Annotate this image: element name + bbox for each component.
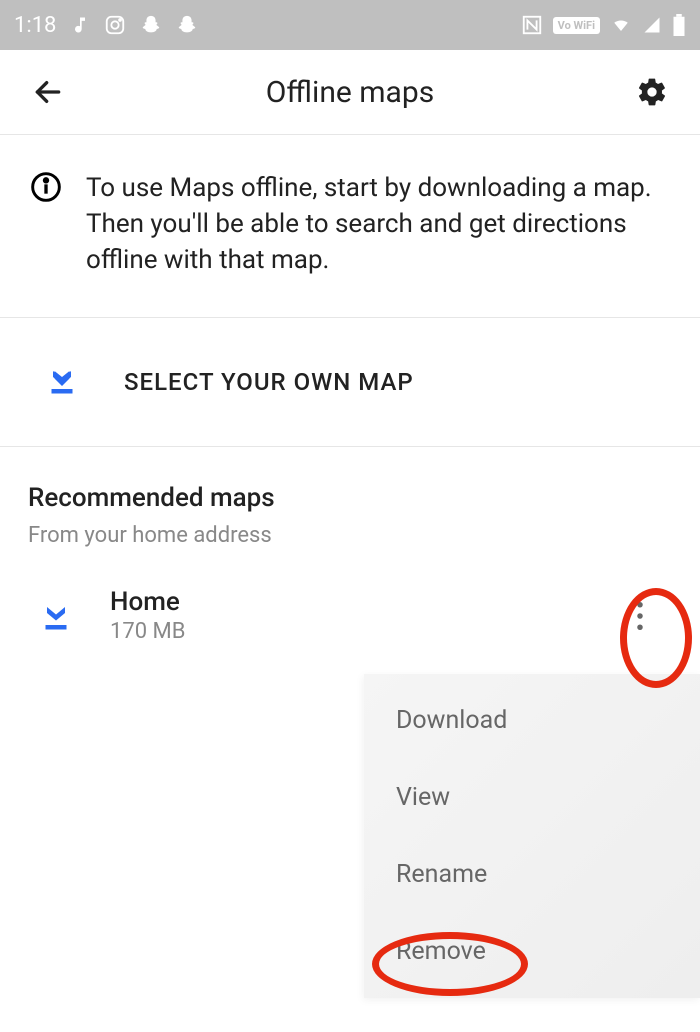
gear-icon (636, 76, 668, 108)
snapchat-icon (140, 14, 162, 36)
more-options-button[interactable] (618, 586, 662, 646)
info-icon (30, 171, 62, 279)
recommended-section: Recommended maps From your home address … (0, 447, 700, 654)
app-bar: Offline maps (0, 50, 700, 135)
info-text: To use Maps offline, start by downloadin… (86, 171, 670, 279)
map-item[interactable]: Home 170 MB (28, 578, 672, 654)
menu-item-download[interactable]: Download (364, 682, 700, 759)
music-icon (70, 14, 90, 36)
menu-item-view[interactable]: View (364, 759, 700, 836)
context-menu: Download View Rename Remove (364, 674, 700, 998)
menu-item-rename[interactable]: Rename (364, 836, 700, 913)
section-title: Recommended maps (28, 483, 672, 513)
settings-button[interactable] (632, 72, 672, 112)
nfc-icon (521, 14, 543, 36)
signal-icon (642, 16, 662, 34)
back-button[interactable] (28, 72, 68, 112)
map-size: 170 MB (110, 619, 582, 644)
arrow-left-icon (32, 76, 64, 108)
instagram-icon (104, 14, 126, 36)
battery-icon (672, 14, 686, 36)
download-icon (44, 362, 80, 402)
select-own-map-button[interactable]: SELECT YOUR OWN MAP (0, 318, 700, 447)
wifi-icon (610, 16, 632, 34)
section-subtitle: From your home address (28, 523, 672, 548)
more-vert-icon (636, 601, 644, 631)
status-time: 1:18 (14, 13, 56, 38)
page-title: Offline maps (68, 75, 632, 110)
status-bar: 1:18 Vo WiFi (0, 0, 700, 50)
vowifi-badge: Vo WiFi (553, 17, 600, 34)
select-own-map-label: SELECT YOUR OWN MAP (124, 368, 414, 396)
map-name: Home (110, 587, 582, 617)
snapchat-icon (176, 14, 198, 36)
info-banner: To use Maps offline, start by downloadin… (0, 141, 700, 318)
download-icon (38, 598, 74, 634)
menu-item-remove[interactable]: Remove (364, 913, 700, 990)
